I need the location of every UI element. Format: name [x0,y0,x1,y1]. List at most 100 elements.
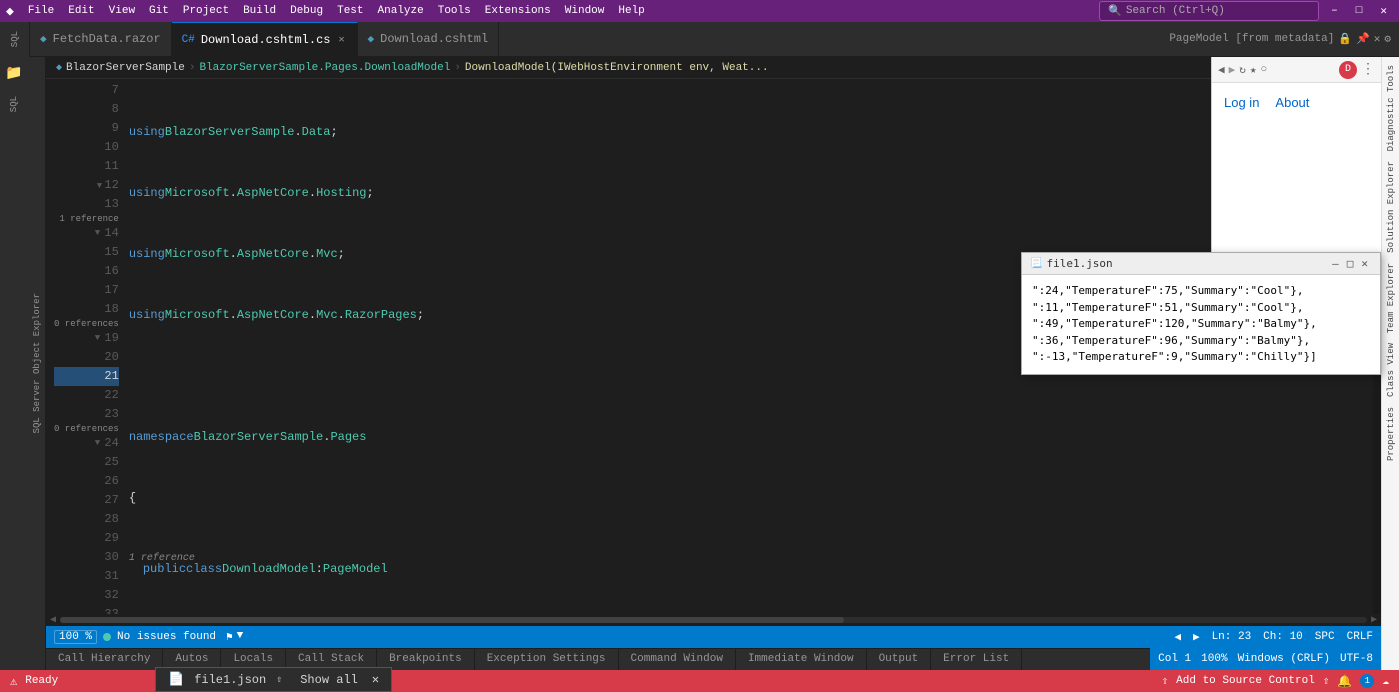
scroll-right-icon[interactable]: ▶ [1371,614,1377,626]
window-maximize[interactable]: □ [1350,3,1369,19]
menu-build[interactable]: Build [237,3,282,19]
browser-menu-icon[interactable]: ⋮ [1361,61,1375,78]
menu-edit[interactable]: Edit [62,3,100,19]
encoding-spc[interactable]: SPC [1315,631,1335,643]
h-scrollbar-track[interactable] [60,617,1367,623]
json-popup-icon: 📃 [1030,258,1042,269]
tab-download-cshtml-icon: ◆ [368,32,375,46]
status-scroll-left[interactable]: ◀ [1174,630,1181,644]
tab-download-cs-close[interactable]: ✕ [336,33,346,47]
file-notification-close[interactable]: ✕ [372,672,379,687]
dropdown-icon[interactable]: ▼ [237,630,244,644]
zoom-level[interactable]: 100 % [54,630,97,644]
gutter-26: 26 [54,472,119,491]
horizontal-scroll[interactable]: ◀ ▶ [46,614,1381,626]
breadcrumb-project[interactable]: BlazorServerSample [66,62,185,74]
app-container: ◆ File Edit View Git Project Build Debug… [0,0,1399,692]
json-line-5: ":-13,"TemperatureF":9,"Summary":"Chilly… [1032,349,1370,366]
browser-about-link[interactable]: About [1275,95,1309,110]
window-close[interactable]: ✕ [1374,2,1393,20]
vs-logo: ◆ [6,4,14,19]
menu-window[interactable]: Window [559,3,611,19]
show-all-button[interactable]: Show all [300,673,358,687]
diagnostic-tools-tab[interactable]: Diagnostic Tools [1384,61,1398,155]
browser-login-link[interactable]: Log in [1224,95,1259,110]
fold-19[interactable]: ▼ [92,334,102,344]
explorer-icon[interactable]: 📁 [1,61,26,86]
server-object-sidebar: SQL Server Object Explorer [28,57,46,670]
tab-download-cshtml-label: Download.cshtml [380,32,488,46]
json-popup-maximize[interactable]: □ [1343,257,1358,270]
scroll-left-icon[interactable]: ◀ [50,614,56,626]
solution-explorer-tab[interactable]: Solution Explorer [1384,157,1398,257]
menu-debug[interactable]: Debug [284,3,329,19]
tab-immediate-window[interactable]: Immediate Window [736,648,867,670]
zoom-indicator: 100% [1201,653,1227,665]
add-to-source-control[interactable]: Add to Source Control [1176,675,1315,687]
json-popup-close[interactable]: ✕ [1357,257,1372,270]
tab-settings-icon[interactable]: ⚙ [1384,32,1391,46]
fold-14[interactable]: ▼ [92,229,102,239]
class-view-tab[interactable]: Class View [1384,339,1398,401]
gutter-15: 15 [54,243,119,262]
fold-24[interactable]: ▼ [92,439,102,449]
tab-call-hierarchy[interactable]: Call Hierarchy [46,648,163,670]
tab-fetchdata[interactable]: ◆ FetchData.razor [30,22,172,57]
menu-analyze[interactable]: Analyze [372,3,430,19]
tab-download-cs[interactable]: C# Download.cshtml.cs ✕ [172,22,358,57]
gutter-24-ref: 0 references ▼24 [54,424,119,453]
breadcrumb-sep1: › [189,62,196,74]
breadcrumb-class[interactable]: BlazorServerSample.Pages.DownloadModel [199,62,450,74]
tab-command-window[interactable]: Command Window [619,648,736,670]
team-explorer-tab[interactable]: Team Explorer [1384,259,1398,337]
encoding-indicator[interactable]: UTF-8 [1340,653,1373,665]
menu-tools[interactable]: Tools [432,3,477,19]
tab-download-cshtml[interactable]: ◆ Download.cshtml [358,22,500,57]
gutter-31: 31 [54,567,119,586]
status-scroll-right[interactable]: ▶ [1193,630,1200,644]
notification-icon: ⚠ [10,674,17,689]
lint-icon[interactable]: ⚑ [226,630,233,644]
properties-tab[interactable]: Properties [1384,403,1398,465]
file-notification-expand[interactable]: ⇧ [276,674,282,686]
tab-error-list[interactable]: Error List [931,648,1022,670]
h-scrollbar-thumb[interactable] [60,617,844,623]
menu-view[interactable]: View [103,3,141,19]
tab-bar-right: PageModel [from metadata] 🔒 📌 ✕ ⚙ [1169,32,1399,46]
tab-exception-settings[interactable]: Exception Settings [475,648,619,670]
browser-forward-icon[interactable]: ▶ [1229,63,1236,77]
menu-extensions[interactable]: Extensions [479,3,557,19]
menu-git[interactable]: Git [143,3,175,19]
lock-icon: 🔒 [1338,32,1352,46]
breadcrumb: ◆ BlazorServerSample › BlazorServerSampl… [46,57,1381,79]
browser-user-avatar[interactable]: D [1339,61,1357,79]
browser-back-icon[interactable]: ◀ [1218,63,1225,77]
pin-icon[interactable]: 📌 [1356,32,1370,46]
gutter-19-ref: 0 references ▼19 [54,319,119,348]
window-minimize[interactable]: – [1325,3,1344,19]
cloud-icon[interactable]: ☁ [1382,674,1389,688]
code-line-14: public class DownloadModel : PageModel [125,560,1359,579]
activity-bar: 📁 SQL [0,57,28,670]
line-ending[interactable]: CRLF [1347,631,1373,643]
json-popup-minimize[interactable]: – [1328,257,1343,270]
file-notification: 📄 file1.json ⇧ Show all ✕ [155,667,392,692]
tab-output[interactable]: Output [867,648,932,670]
no-issues: No issues found [117,631,216,643]
breadcrumb-method[interactable]: DownloadModel(IWebHostEnvironment env, W… [465,62,769,74]
fold-12[interactable]: ▼ [94,182,104,192]
json-popup: 📃 file1.json – □ ✕ ":24,"TemperatureF":7… [1021,252,1381,375]
menu-project[interactable]: Project [177,3,235,19]
menu-file[interactable]: File [22,3,60,19]
tab-close-icon[interactable]: ✕ [1374,32,1381,46]
menu-test[interactable]: Test [331,3,369,19]
bell-icon[interactable]: 🔔 [1337,674,1352,689]
gutter-25: 25 [54,453,119,472]
menu-help[interactable]: Help [612,3,650,19]
browser-refresh-icon[interactable]: ↻ [1239,63,1246,77]
line-ending-indicator[interactable]: Windows (CRLF) [1238,653,1330,665]
sql-icon[interactable]: SQL [5,92,23,116]
browser-star-icon[interactable]: ★ [1250,63,1257,77]
browser-toolbar: ◀ ▶ ↻ ★ ○ D ⋮ [1212,57,1381,83]
browser-ext-icon[interactable]: ○ [1261,64,1268,76]
